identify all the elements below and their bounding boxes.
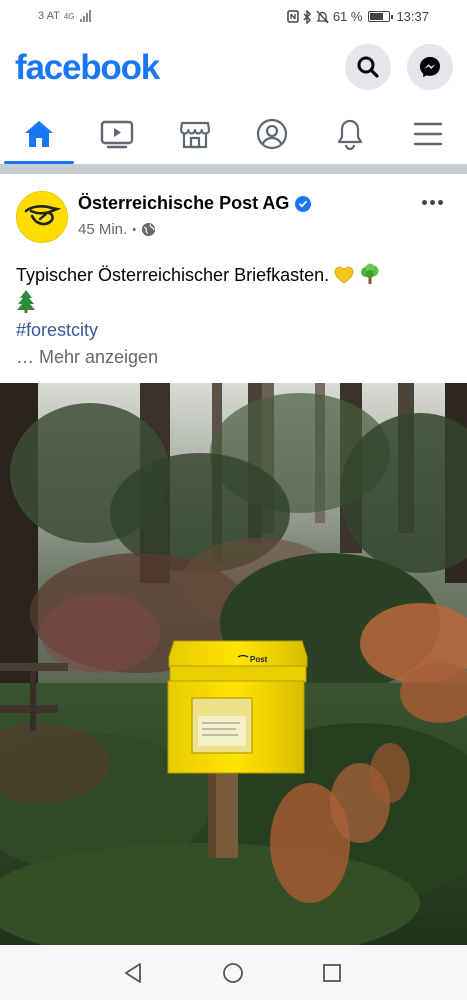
watch-icon bbox=[100, 120, 133, 149]
facebook-logo[interactable]: facebook bbox=[15, 48, 160, 88]
deciduous-tree-icon bbox=[361, 263, 379, 284]
back-icon bbox=[125, 963, 141, 983]
recents-icon bbox=[323, 964, 341, 982]
verified-badge-icon bbox=[295, 195, 312, 212]
dot-icon bbox=[429, 199, 435, 205]
app-header: facebook bbox=[0, 34, 467, 104]
forest-mailbox-image: Post bbox=[0, 383, 467, 945]
battery-percent: 61 % bbox=[332, 9, 363, 24]
page-avatar[interactable] bbox=[16, 191, 68, 243]
post-time[interactable]: 45 Min. bbox=[78, 221, 127, 238]
tab-marketplace[interactable] bbox=[156, 104, 234, 164]
notifications-icon bbox=[338, 119, 363, 150]
menu-icon bbox=[413, 122, 443, 146]
status-left: 3 AT 4G bbox=[38, 10, 92, 22]
carrier-label: 3 AT bbox=[38, 10, 60, 22]
bluetooth-icon bbox=[303, 9, 311, 24]
marketplace-icon bbox=[179, 121, 210, 149]
mailbox-label: Post bbox=[250, 655, 268, 664]
nfc-icon bbox=[287, 10, 299, 23]
mute-bell-icon bbox=[316, 10, 329, 23]
signal-icon bbox=[80, 10, 92, 22]
search-button[interactable] bbox=[345, 44, 391, 90]
post-header: Österreichische Post AG 45 Min. • bbox=[0, 174, 467, 260]
back-button[interactable] bbox=[121, 961, 145, 985]
status-right: 61 % 13:37 bbox=[287, 9, 429, 24]
search-icon bbox=[357, 56, 379, 78]
tab-watch[interactable] bbox=[78, 104, 156, 164]
tab-menu[interactable] bbox=[389, 104, 467, 164]
dot-icon bbox=[437, 199, 443, 205]
see-more-link[interactable]: … Mehr anzeigen bbox=[16, 347, 158, 368]
battery-icon bbox=[368, 11, 394, 22]
post-horn-logo-icon bbox=[24, 205, 61, 226]
status-bar: 3 AT 4G 61 % 13:37 bbox=[0, 0, 467, 34]
post-photo[interactable]: Post bbox=[0, 383, 467, 945]
meta-separator: • bbox=[132, 223, 137, 236]
android-nav-bar bbox=[0, 945, 467, 1000]
post-meta: 45 Min. • bbox=[78, 221, 156, 238]
page-name-text: Österreichische Post AG bbox=[78, 193, 290, 213]
home-icon bbox=[24, 121, 53, 147]
hashtag-link[interactable]: #forestcity bbox=[16, 320, 98, 341]
home-circle-icon bbox=[223, 963, 243, 983]
messenger-button[interactable] bbox=[407, 44, 453, 90]
main-nav bbox=[0, 104, 467, 164]
tab-profile[interactable] bbox=[233, 104, 311, 164]
post-text: Typischer Österreichischer Briefkasten. bbox=[16, 262, 456, 316]
post-message: Typischer Österreichischer Briefkasten. bbox=[16, 265, 330, 285]
post-options-button[interactable] bbox=[416, 192, 448, 212]
clock: 13:37 bbox=[396, 9, 429, 24]
yellow-heart-icon bbox=[334, 266, 354, 284]
feed-divider bbox=[0, 164, 467, 174]
home-button[interactable] bbox=[221, 961, 245, 985]
evergreen-tree-icon bbox=[17, 290, 35, 313]
profile-icon bbox=[257, 118, 288, 150]
globe-icon bbox=[142, 222, 156, 237]
battery-fill bbox=[370, 13, 383, 20]
page-name[interactable]: Österreichische Post AG bbox=[78, 193, 312, 214]
network-type: 4G bbox=[63, 11, 75, 21]
recents-button[interactable] bbox=[320, 961, 344, 985]
tab-home[interactable] bbox=[0, 104, 78, 164]
messenger-icon bbox=[420, 57, 440, 78]
dot-icon bbox=[421, 199, 427, 205]
tab-notifications[interactable] bbox=[311, 104, 389, 164]
